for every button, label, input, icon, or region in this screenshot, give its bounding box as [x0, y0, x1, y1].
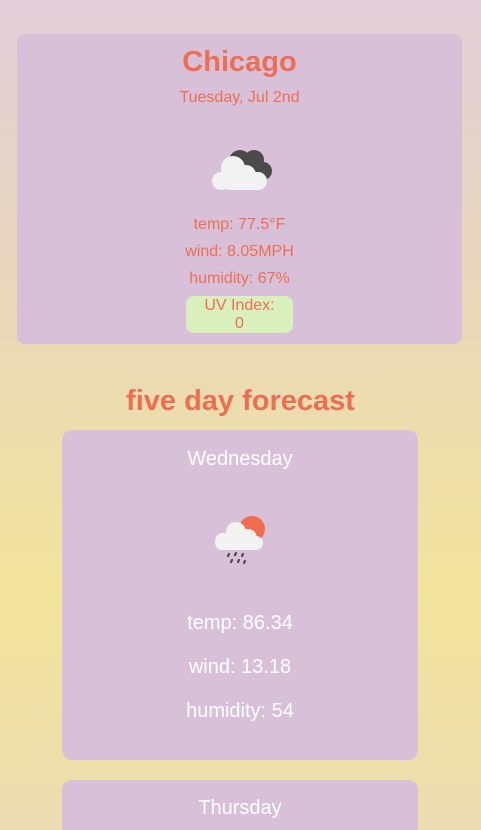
- uv-index-label: UV Index:: [204, 297, 275, 314]
- forecast-day: Wednesday: [187, 448, 293, 470]
- rain-sun-icon: [215, 516, 265, 565]
- forecast-humidity: humidity: 54: [186, 700, 294, 722]
- uv-index-value: 0: [235, 315, 244, 332]
- current-weather-card: Chicago Tuesday, Jul 2nd temp: 77.5°F wi…: [17, 34, 462, 344]
- forecast-day: Thursday: [198, 797, 282, 819]
- forecast-wind: wind: 13.18: [188, 656, 292, 678]
- cloudy-icon: [212, 150, 272, 190]
- current-wind: wind: 8.05MPH: [185, 243, 294, 260]
- current-humidity: humidity: 67%: [189, 270, 290, 287]
- weather-page: { "current": { "city": "Chicago", "date"…: [0, 0, 481, 830]
- forecast-card: Thursday: [62, 780, 418, 830]
- current-temp: temp: 77.5°F: [193, 216, 286, 233]
- forecast-card: Wednesday temp: 86.34 wind: 13.18 humidi…: [62, 430, 418, 760]
- forecast-title: five day forecast: [126, 385, 355, 417]
- current-date: Tuesday, Jul 2nd: [179, 89, 300, 106]
- uv-index-badge: UV Index: 0: [186, 296, 293, 333]
- city-name: Chicago: [182, 46, 297, 78]
- forecast-temp: temp: 86.34: [187, 612, 293, 634]
